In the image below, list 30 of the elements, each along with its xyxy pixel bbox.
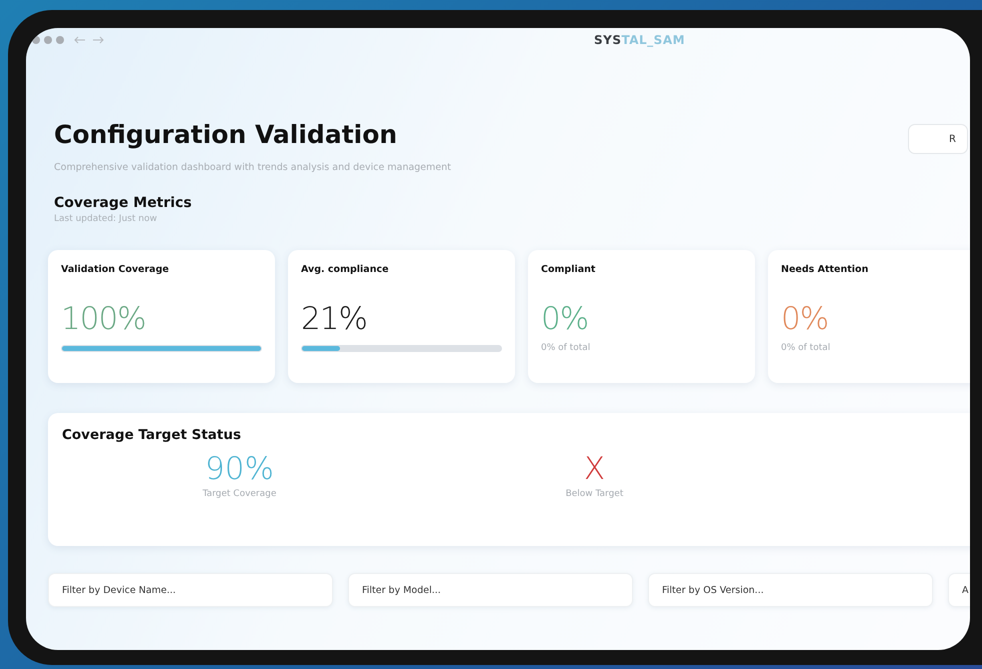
filter-field[interactable]: Filter by Model... xyxy=(348,573,633,607)
stat-label: Below Target xyxy=(566,489,624,499)
forward-arrow-icon[interactable] xyxy=(92,36,104,44)
metric-value: 21% xyxy=(301,301,368,337)
window-dot[interactable] xyxy=(56,36,64,44)
metric-label: Validation Coverage xyxy=(61,264,170,275)
filter-field[interactable]: A xyxy=(948,573,970,607)
app-logo: SYSTAL_SAM xyxy=(594,33,686,47)
stat-label: Target Coverage xyxy=(202,489,276,499)
metric-label: Compliant xyxy=(541,264,596,275)
stat-value: 90% xyxy=(205,451,274,487)
page-title: Configuration Validation xyxy=(54,120,398,149)
metric-value: 100% xyxy=(61,301,147,337)
page-subtitle: Comprehensive validation dashboard with trends analysis and device management xyxy=(54,162,452,173)
last-updated-text: Last updated: Just now xyxy=(54,214,158,224)
window-dot[interactable] xyxy=(32,36,40,44)
metric-subtext: 0% of total xyxy=(781,343,832,353)
filter-field[interactable]: Filter by Device Name... xyxy=(48,573,333,607)
action-button[interactable]: R xyxy=(908,124,968,154)
metric-subtext: 0% of total xyxy=(541,343,592,353)
window-dot[interactable] xyxy=(44,36,52,44)
metric-value: 0% xyxy=(541,301,590,337)
section-title: Coverage Metrics xyxy=(54,195,193,211)
metric-value: 0% xyxy=(781,301,830,337)
back-arrow-icon[interactable] xyxy=(74,36,86,44)
stat-value: X xyxy=(584,451,606,487)
panel-title: Coverage Target Status xyxy=(62,427,242,443)
metric-label: Avg. compliance xyxy=(301,264,390,275)
metric-label: Needs Attention xyxy=(781,264,870,275)
filter-field[interactable]: Filter by OS Version... xyxy=(648,573,933,607)
